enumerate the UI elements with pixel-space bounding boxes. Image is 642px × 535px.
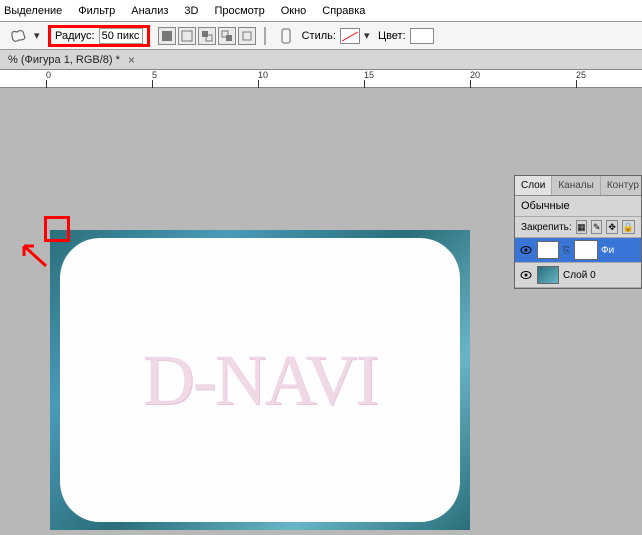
style-group: Стиль: ▾ xyxy=(302,26,374,46)
layer-thumb xyxy=(537,266,559,284)
horizontal-ruler: 0 5 10 15 20 25 xyxy=(0,70,642,88)
lock-transparency-icon[interactable]: ▦ xyxy=(576,220,587,234)
rounded-rectangle-shape: D-NAVI xyxy=(60,238,460,522)
menu-select[interactable]: Выделение xyxy=(4,5,62,17)
menu-view[interactable]: Просмотр xyxy=(214,5,264,17)
document-tab-title[interactable]: % (Фигура 1, RGB/8) * xyxy=(8,54,120,66)
visibility-icon[interactable] xyxy=(519,269,533,281)
menu-analysis[interactable]: Анализ xyxy=(131,5,168,17)
color-group: Цвет: xyxy=(378,28,434,44)
shape-mode-1[interactable] xyxy=(158,27,176,45)
link-icon: ⎘ xyxy=(563,245,571,256)
lock-all-icon[interactable]: 🔒 xyxy=(622,220,635,234)
layer-thumb xyxy=(537,241,559,259)
document-tab-bar: % (Фигура 1, RGB/8) * × xyxy=(0,50,642,70)
layer-row-shape[interactable]: ⎘ Фи xyxy=(515,238,641,263)
shape-mode-4[interactable] xyxy=(218,27,236,45)
menu-filter[interactable]: Фильтр xyxy=(78,5,115,17)
canvas[interactable]: D-NAVI xyxy=(50,230,470,530)
radius-input[interactable] xyxy=(99,28,143,44)
shape-mode-buttons xyxy=(158,27,256,45)
shape-mode-5[interactable] xyxy=(238,27,256,45)
options-bar: ▾ Радиус: Стиль: ▾ Цвет: xyxy=(0,22,642,50)
ruler-tick: 5 xyxy=(152,70,157,80)
annotation-arrow-icon xyxy=(18,240,48,271)
ruler-tick: 0 xyxy=(46,70,51,80)
menu-bar: Выделение Фильтр Анализ 3D Просмотр Окно… xyxy=(0,0,642,22)
tab-layers[interactable]: Слои xyxy=(515,176,552,195)
tab-channels[interactable]: Каналы xyxy=(552,176,601,195)
shape-mode-3[interactable] xyxy=(198,27,216,45)
ruler-tick: 15 xyxy=(364,70,374,80)
separator xyxy=(264,27,266,45)
shape-mode-2[interactable] xyxy=(178,27,196,45)
options-icon[interactable] xyxy=(274,26,298,46)
style-swatch[interactable] xyxy=(340,28,360,44)
blend-mode-value: Обычные xyxy=(521,200,570,212)
layer-name: Слой 0 xyxy=(563,270,596,281)
layer-row-background[interactable]: Слой 0 xyxy=(515,263,641,288)
custom-shape-icon[interactable] xyxy=(6,26,30,46)
style-dropdown-icon[interactable]: ▾ xyxy=(364,26,374,46)
lock-label: Закрепить: xyxy=(521,222,572,233)
tab-paths[interactable]: Контур xyxy=(601,176,642,195)
workspace: D-NAVI xyxy=(0,88,642,535)
lock-move-icon[interactable]: ✥ xyxy=(606,220,617,234)
mask-thumb xyxy=(575,241,597,259)
ruler-tick: 20 xyxy=(470,70,480,80)
layer-name: Фи xyxy=(601,245,614,256)
close-icon[interactable]: × xyxy=(128,53,135,67)
radius-field-highlighted: Радиус: xyxy=(48,25,150,47)
lock-brush-icon[interactable]: ✎ xyxy=(591,220,602,234)
layers-panel: Слои Каналы Контур Обычные Закрепить: ▦ … xyxy=(514,175,642,289)
radius-label: Радиус: xyxy=(55,30,95,42)
ruler-tick: 10 xyxy=(258,70,268,80)
menu-window[interactable]: Окно xyxy=(281,5,307,17)
lock-row: Закрепить: ▦ ✎ ✥ 🔒 xyxy=(515,217,641,238)
watermark-text: D-NAVI xyxy=(143,339,378,422)
ruler-tick: 25 xyxy=(576,70,586,80)
tool-dropdown-icon[interactable]: ▾ xyxy=(34,26,44,46)
style-label: Стиль: xyxy=(302,30,336,42)
menu-3d[interactable]: 3D xyxy=(184,5,198,17)
visibility-icon[interactable] xyxy=(519,244,533,256)
blend-mode-select[interactable]: Обычные xyxy=(515,196,641,217)
color-label: Цвет: xyxy=(378,30,406,42)
menu-help[interactable]: Справка xyxy=(322,5,365,17)
color-swatch[interactable] xyxy=(410,28,434,44)
corner-highlight-box xyxy=(44,216,70,242)
panel-tabs: Слои Каналы Контур xyxy=(515,176,641,196)
